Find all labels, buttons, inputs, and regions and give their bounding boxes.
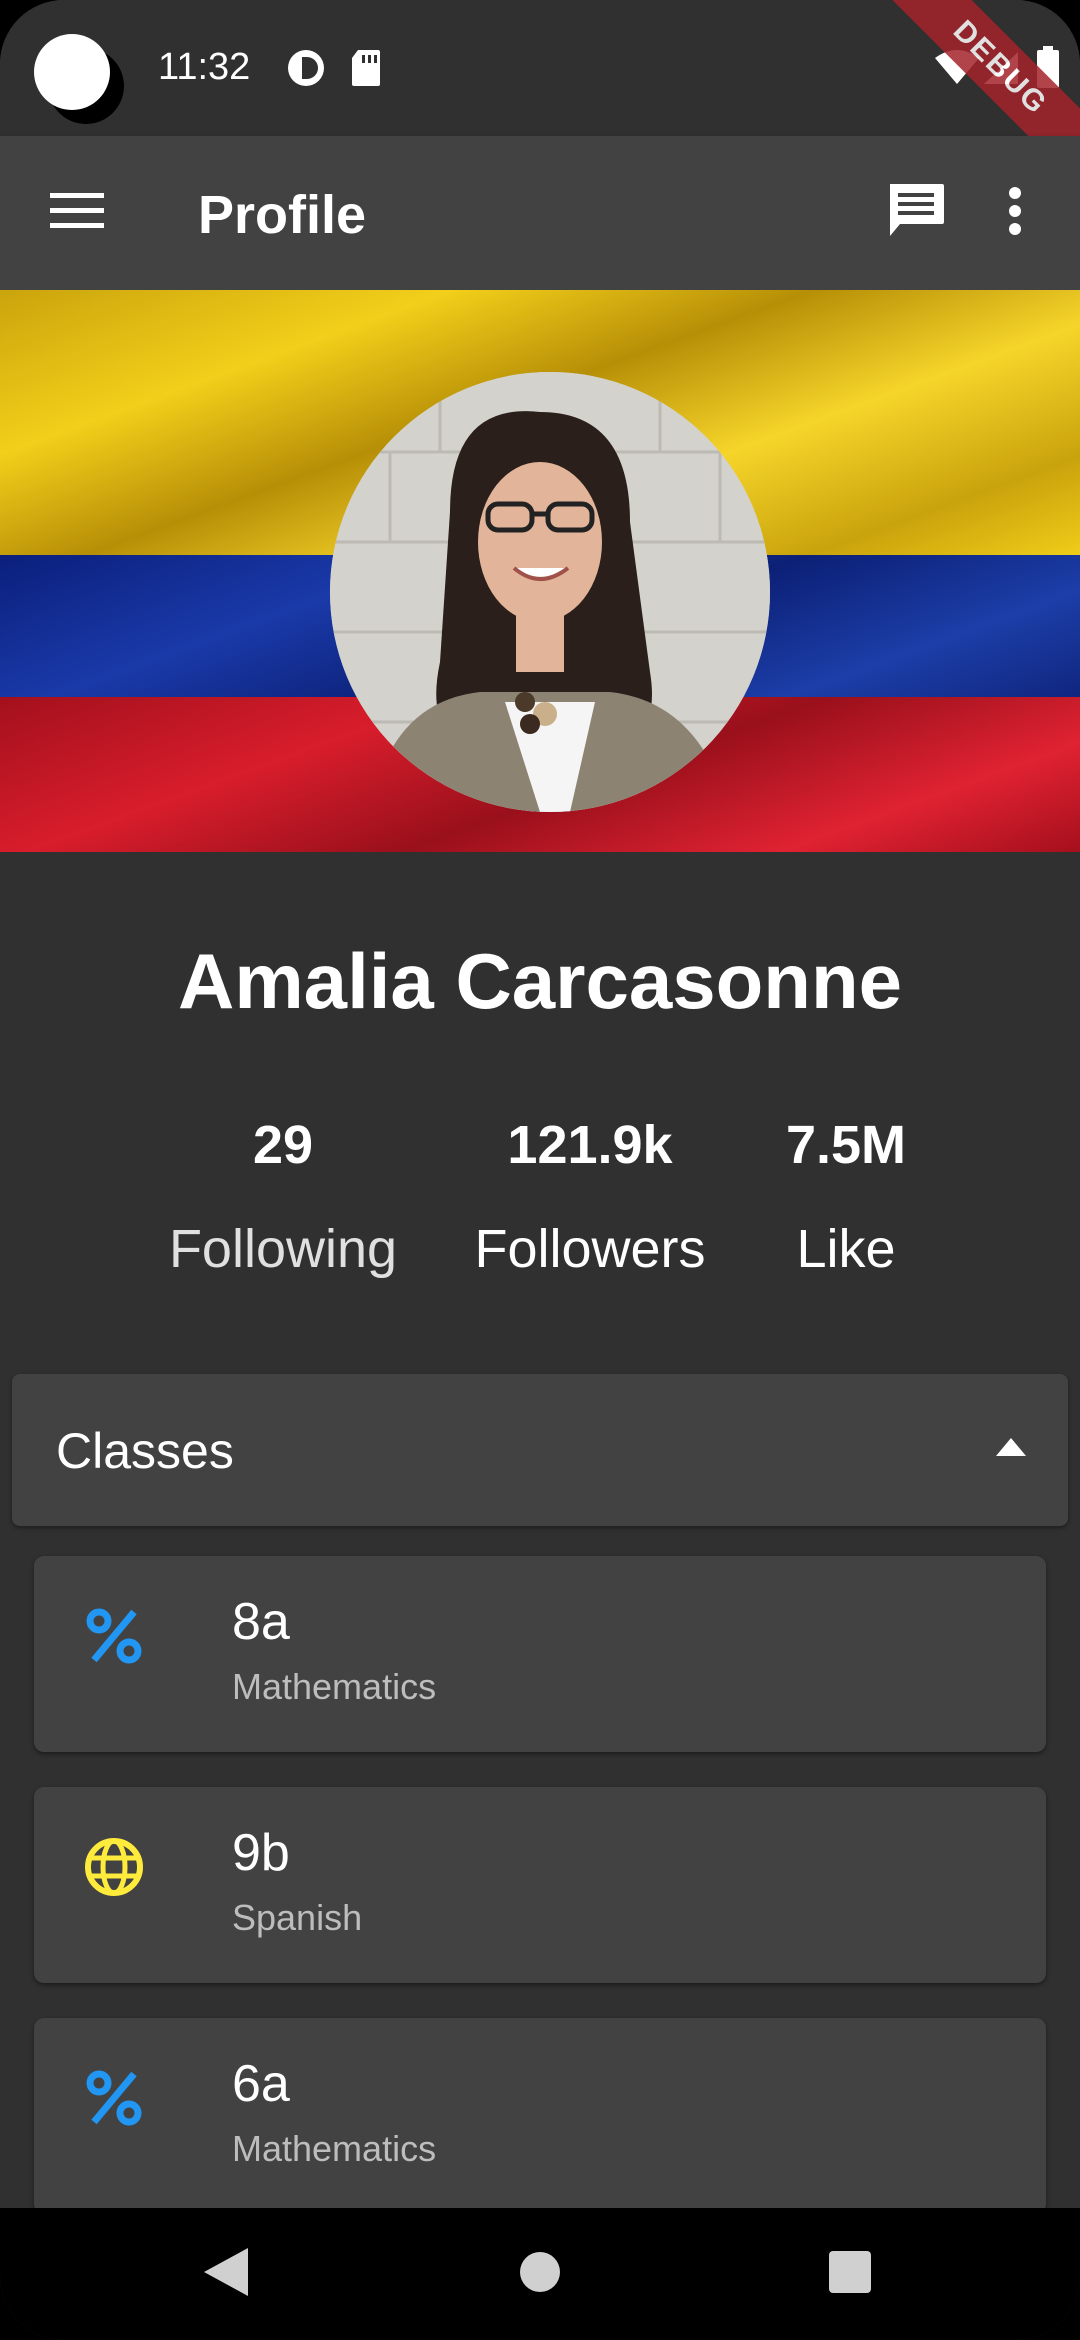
percent-icon	[78, 1600, 150, 1672]
following-count: 29	[252, 1115, 314, 1175]
data-saver-icon	[286, 48, 326, 93]
back-icon	[204, 2247, 248, 2301]
back-button[interactable]	[196, 2244, 256, 2304]
profile-name: Amalia Carcasonne	[178, 937, 902, 1025]
followers-label[interactable]: Followers	[440, 1218, 740, 1280]
camera-cutout	[34, 34, 110, 110]
followers-count: 121.9k	[507, 1115, 673, 1175]
home-button[interactable]	[510, 2244, 570, 2304]
following-label[interactable]: Following	[133, 1218, 433, 1280]
class-name: 6a	[232, 2055, 290, 2113]
class-card[interactable]: 9b Spanish	[34, 1787, 1046, 1983]
status-bar: 11:32 DEBUG	[0, 0, 1080, 194]
app-bar: Profile	[0, 136, 1080, 290]
system-navigation-bar	[0, 2208, 1080, 2340]
class-subject: Spanish	[232, 1897, 363, 1938]
likes-label[interactable]: Like	[696, 1218, 996, 1280]
home-icon	[519, 2251, 561, 2298]
more-options-button[interactable]	[990, 176, 1040, 250]
class-card[interactable]: 8a Mathematics	[34, 1556, 1046, 1752]
class-subject: Mathematics	[232, 1666, 437, 1707]
classes-title: Classes	[56, 1423, 234, 1479]
percent-icon	[78, 2062, 150, 2134]
status-time: 11:32	[158, 46, 251, 88]
sd-card-icon	[350, 48, 382, 93]
class-subject: Mathematics	[232, 2128, 437, 2169]
chat-icon	[886, 182, 946, 245]
chat-button[interactable]	[876, 176, 956, 250]
page-title: Profile	[198, 185, 367, 245]
chevron-up-icon	[996, 1438, 1026, 1461]
more-vert-icon	[1008, 186, 1022, 241]
avatar[interactable]	[330, 372, 770, 812]
menu-icon	[50, 192, 104, 235]
recents-icon	[829, 2250, 871, 2298]
classes-panel-header[interactable]: Classes	[12, 1374, 1068, 1526]
class-name: 8a	[232, 1593, 290, 1651]
screen: 11:32 DEBUG Profile Amalia Carcasonne 29…	[0, 0, 1080, 2340]
avatar-photo	[330, 372, 770, 812]
class-card[interactable]: 6a Mathematics	[34, 2018, 1046, 2214]
class-name: 9b	[232, 1824, 290, 1882]
globe-icon	[78, 1831, 150, 1903]
likes-count: 7.5M	[785, 1115, 907, 1175]
menu-button[interactable]	[40, 180, 114, 246]
recents-button[interactable]	[820, 2244, 880, 2304]
